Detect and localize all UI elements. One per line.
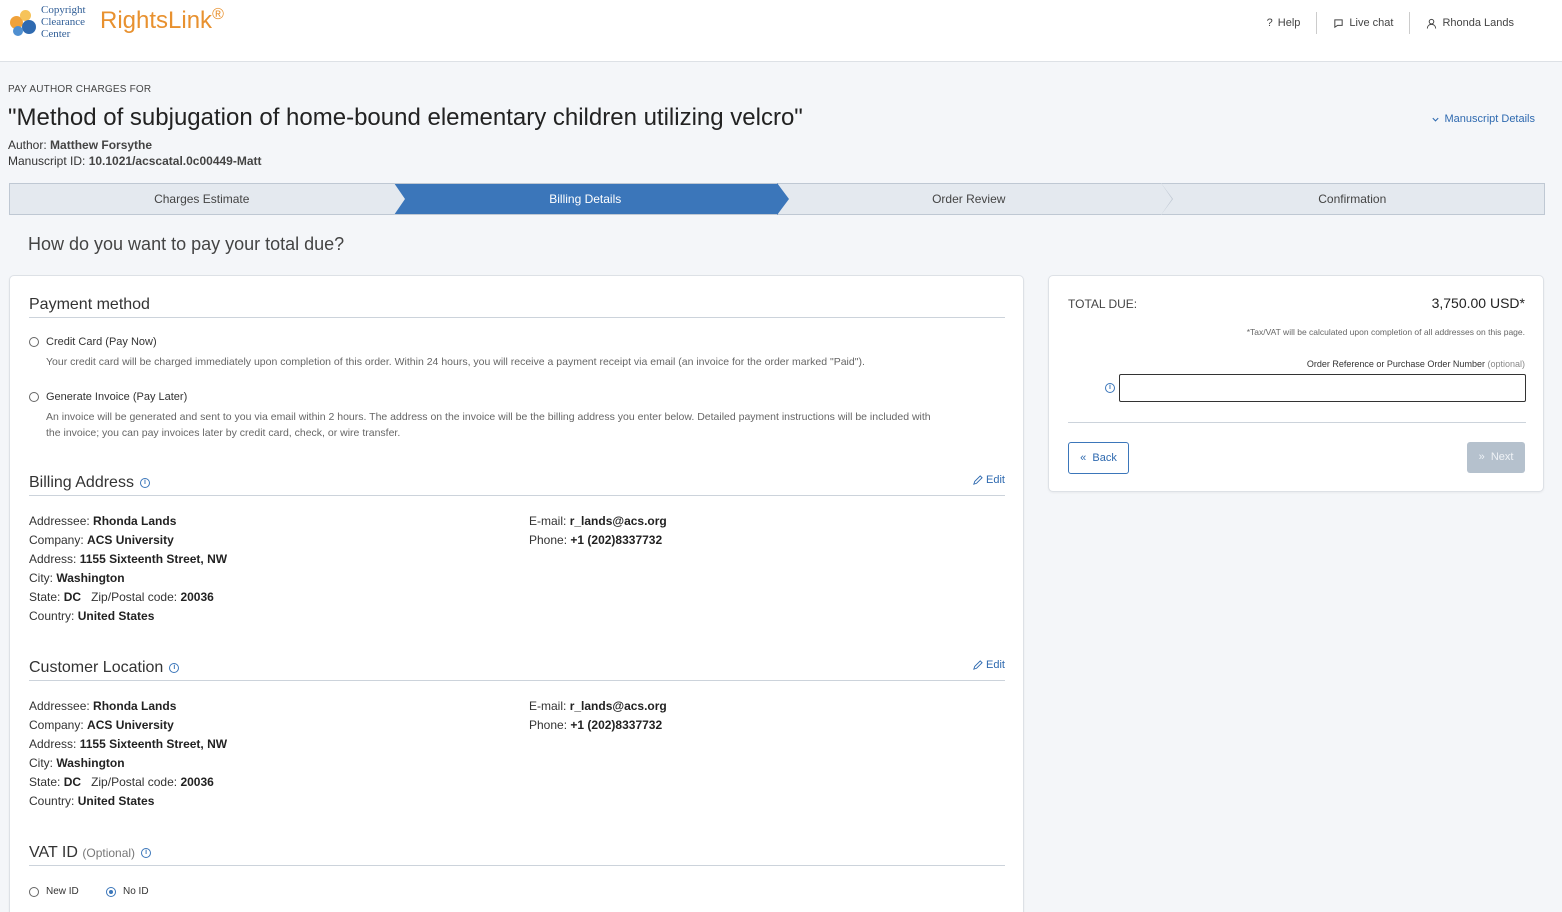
- step-charges-estimate: Charges Estimate: [10, 183, 406, 215]
- total-due-value: 3,750.00 USD*: [1431, 295, 1525, 311]
- chat-icon: [1334, 18, 1344, 28]
- section-divider: [29, 865, 1005, 866]
- manuscript-id-line: Manuscript ID: 10.1021/acscatal.0c00449-…: [8, 154, 262, 168]
- pencil-icon: [973, 474, 983, 485]
- ccc-logo-mark-icon: [8, 6, 38, 38]
- pre-title: PAY AUTHOR CHARGES FOR: [8, 84, 152, 95]
- section-divider: [29, 680, 1005, 681]
- help-link[interactable]: ? Help: [1251, 12, 1317, 34]
- live-chat-link[interactable]: Live chat: [1316, 12, 1409, 34]
- manuscript-details-toggle[interactable]: Manuscript Details: [1431, 113, 1535, 125]
- payment-question: How do you want to pay your total due?: [28, 234, 345, 254]
- info-icon[interactable]: i: [139, 477, 150, 488]
- user-icon: [1427, 18, 1437, 29]
- vat-no-id-radio[interactable]: [106, 886, 116, 897]
- invoice-help: An invoice will be generated and sent to…: [46, 411, 931, 439]
- double-chevron-right-icon: »: [1478, 451, 1485, 463]
- credit-card-option[interactable]: Credit Card (Pay Now): [29, 336, 157, 348]
- info-icon[interactable]: i: [169, 662, 180, 673]
- billing-edit-link[interactable]: Edit: [972, 474, 1005, 486]
- section-divider: [29, 317, 1005, 318]
- rightslink-brand[interactable]: RightsLink®: [100, 6, 224, 35]
- chevron-down-icon: [1431, 117, 1439, 122]
- customer-address-block: Addressee: Rhonda Lands Company: ACS Uni…: [29, 699, 228, 808]
- customer-contact-block: E-mail: r_lands@acs.org Phone: +1 (202)8…: [529, 699, 667, 732]
- total-due-label: TOTAL DUE:: [1068, 297, 1138, 311]
- vat-id-title: VAT ID (Optional) i: [29, 844, 152, 862]
- payment-method-title: Payment method: [29, 296, 150, 313]
- user-menu[interactable]: Rhonda Lands: [1409, 12, 1530, 34]
- progress-steps: Charges Estimate Billing Details Order R…: [9, 183, 1545, 215]
- ccc-logo[interactable]: Copyright Clearance Center: [8, 4, 86, 40]
- customer-location-title: Customer Location i: [29, 659, 180, 677]
- step-confirmation: Confirmation: [1318, 192, 1387, 206]
- question-icon: ?: [1266, 17, 1273, 29]
- credit-card-radio[interactable]: [29, 337, 39, 347]
- billing-address-title: Billing Address i: [29, 474, 150, 492]
- ccc-logo-text: Copyright Clearance Center: [41, 4, 86, 40]
- vat-no-id-option[interactable]: No ID: [106, 886, 149, 897]
- info-icon[interactable]: i: [141, 847, 152, 858]
- credit-card-help: Your credit card will be charged immedia…: [46, 356, 865, 368]
- step-billing-details: Billing Details: [393, 183, 789, 215]
- info-icon[interactable]: i: [1105, 383, 1115, 393]
- po-number-input[interactable]: [1119, 374, 1526, 402]
- top-nav: ? Help Live chat Rhonda Lands: [1251, 12, 1530, 34]
- billing-details-card: Payment method Credit Card (Pay Now) You…: [9, 275, 1024, 912]
- page-title: "Method of subjugation of home-bound ele…: [8, 104, 803, 131]
- billing-address-block: Addressee: Rhonda Lands Company: ACS Uni…: [29, 514, 228, 623]
- next-button[interactable]: » Next: [1467, 442, 1525, 473]
- invoice-option[interactable]: Generate Invoice (Pay Later): [29, 391, 187, 403]
- invoice-radio[interactable]: [29, 392, 39, 402]
- top-bar: Copyright Clearance Center RightsLink® ?…: [0, 0, 1562, 62]
- tax-note: *Tax/VAT will be calculated upon complet…: [1246, 327, 1525, 337]
- pencil-icon: [973, 659, 983, 670]
- vat-new-id-radio[interactable]: [29, 886, 39, 897]
- order-summary-card: TOTAL DUE: 3,750.00 USD* *Tax/VAT will b…: [1048, 275, 1544, 492]
- vat-new-id-option[interactable]: New ID: [29, 886, 79, 897]
- double-chevron-left-icon: «: [1080, 452, 1087, 464]
- back-button[interactable]: « Back: [1068, 442, 1129, 474]
- billing-contact-block: E-mail: r_lands@acs.org Phone: +1 (202)8…: [529, 514, 667, 547]
- section-divider: [29, 495, 1005, 496]
- po-label: Order Reference or Purchase Order Number…: [1306, 359, 1525, 369]
- section-divider: [1068, 422, 1526, 423]
- step-order-review: Order Review: [777, 183, 1173, 215]
- customer-edit-link[interactable]: Edit: [972, 659, 1005, 671]
- author-line: Author: Matthew Forsythe: [8, 138, 153, 152]
